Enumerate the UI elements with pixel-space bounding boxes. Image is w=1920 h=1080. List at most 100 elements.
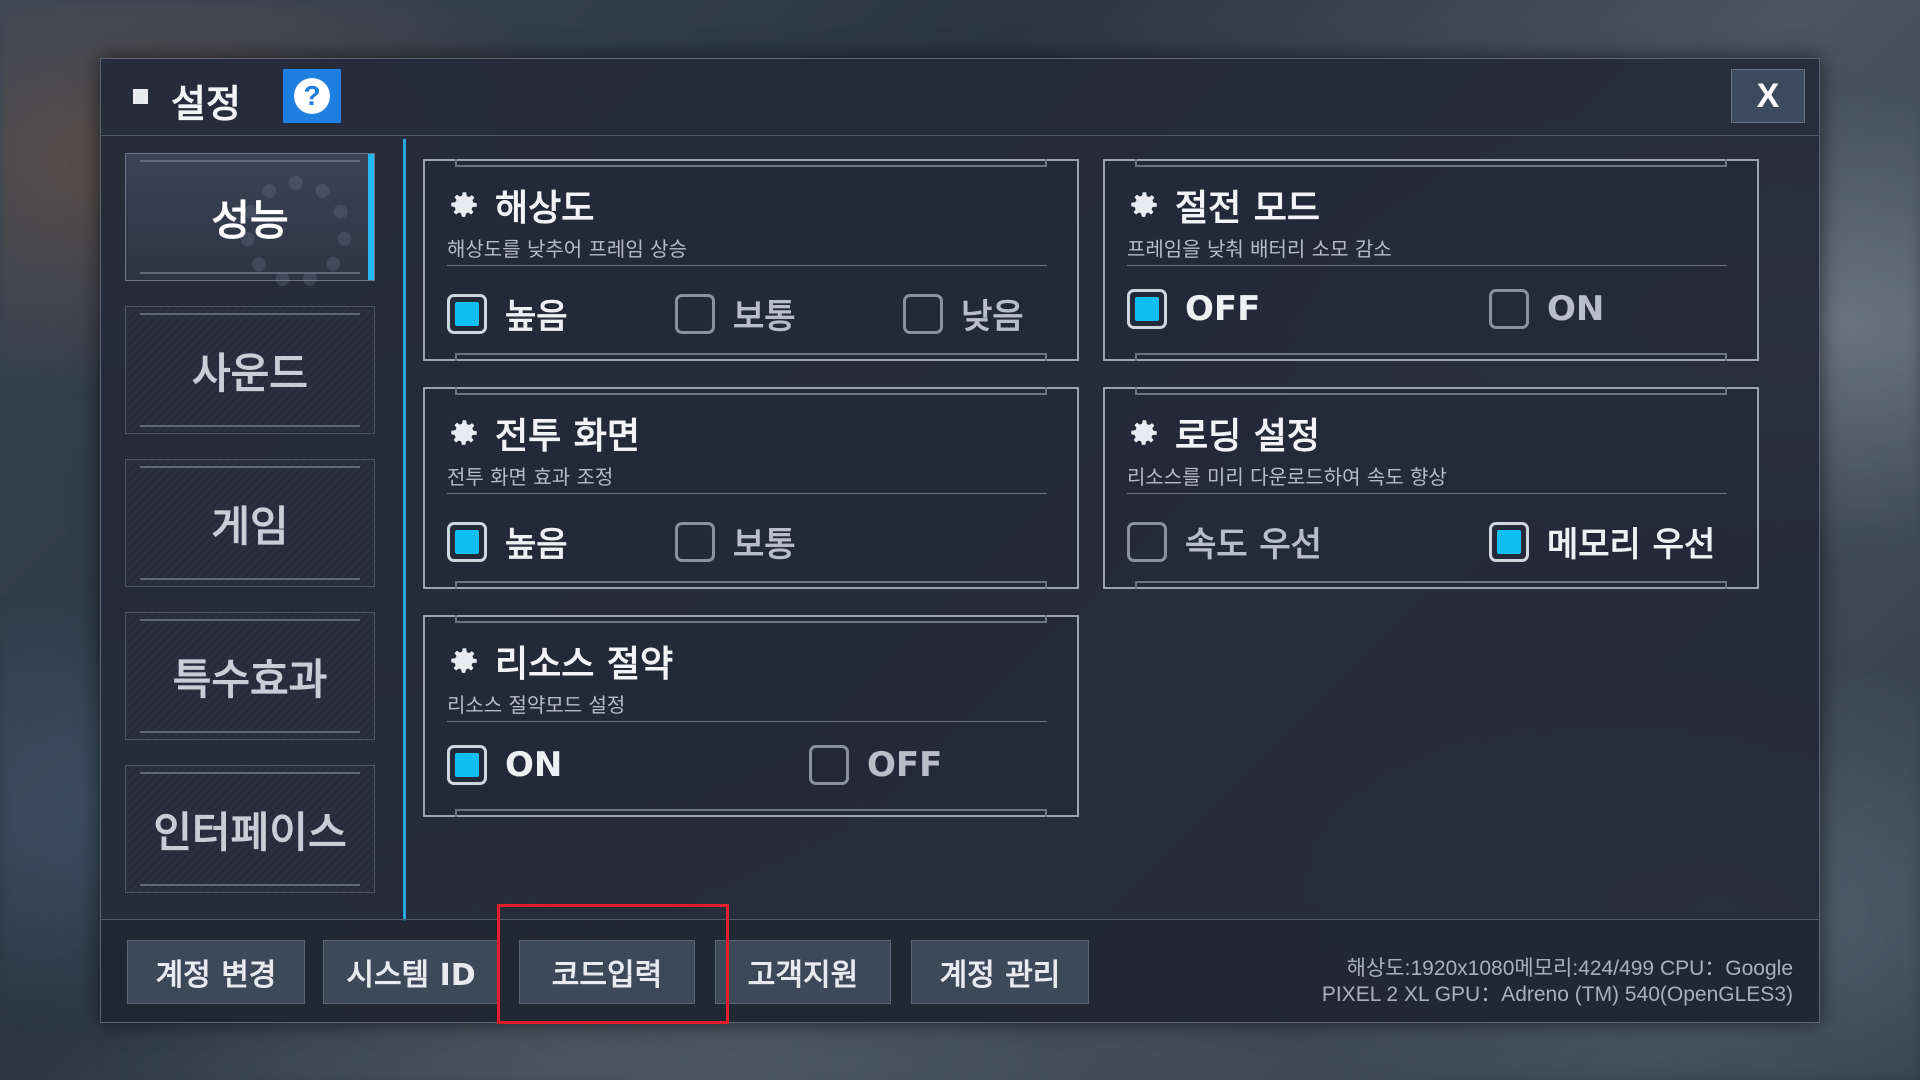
gear-icon bbox=[451, 420, 477, 445]
checkbox[interactable] bbox=[675, 293, 715, 334]
panel-notch bbox=[455, 387, 1047, 395]
panel-header: 로딩 설정 bbox=[1127, 407, 1320, 459]
sidebar-item-label: 성능 bbox=[211, 195, 289, 245]
customer-support-button[interactable]: 고객지원 bbox=[715, 940, 891, 1004]
option-label: 높음 bbox=[505, 297, 568, 337]
close-button[interactable]: X bbox=[1731, 69, 1805, 123]
panel-header: 리소스 절약 bbox=[447, 635, 673, 687]
sidebar-item-label: 게임 bbox=[211, 501, 289, 551]
sidebar-item-label: 특수효과 bbox=[172, 654, 328, 704]
panel-resolution: 해상도 해상도를 낮추어 프레임 상승 높음 보통 낮음 bbox=[423, 159, 1079, 361]
highlight-box bbox=[497, 904, 729, 1024]
sidebar-item-label: 사운드 bbox=[192, 348, 308, 398]
option-low[interactable]: 낮음 bbox=[903, 289, 1024, 338]
panel-description: 해상도를 낮추어 프레임 상승 bbox=[447, 237, 687, 261]
panel-notch bbox=[1135, 581, 1727, 589]
panel-description: 전투 화면 효과 조정 bbox=[447, 465, 614, 489]
panel-title: 절전 모드 bbox=[1175, 188, 1321, 229]
checkbox[interactable] bbox=[1127, 521, 1167, 562]
sidebar-item-game[interactable]: 게임 bbox=[125, 459, 375, 587]
panel-header: 전투 화면 bbox=[447, 407, 640, 459]
option-label: 높음 bbox=[505, 525, 568, 565]
sidebar: 성능 사운드 게임 특수효과 인터페이스 bbox=[125, 153, 377, 918]
sidebar-item-special-effects[interactable]: 특수효과 bbox=[125, 612, 375, 740]
option-label: 보통 bbox=[733, 525, 796, 565]
checkbox[interactable] bbox=[675, 521, 715, 562]
panel-notch bbox=[455, 615, 1047, 623]
panel-divider bbox=[447, 265, 1047, 266]
option-label: 낮음 bbox=[961, 297, 1024, 337]
sidebar-item-label: 인터페이스 bbox=[153, 807, 347, 857]
panel-divider bbox=[447, 721, 1047, 722]
panel-divider bbox=[1127, 493, 1727, 494]
checkbox[interactable] bbox=[903, 293, 943, 334]
title-square-icon bbox=[133, 89, 148, 104]
option-normal[interactable]: 보통 bbox=[675, 289, 796, 338]
checkbox[interactable] bbox=[1489, 289, 1529, 329]
panel-divider bbox=[1127, 265, 1727, 266]
panel-notch bbox=[455, 581, 1047, 589]
sidebar-item-sound[interactable]: 사운드 bbox=[125, 306, 375, 434]
option-high[interactable]: 높음 bbox=[447, 517, 568, 566]
option-on[interactable]: ON bbox=[1489, 289, 1604, 329]
system-id-button[interactable]: 시스템 ID bbox=[323, 940, 499, 1004]
option-label: 보통 bbox=[733, 297, 796, 337]
sidebar-item-interface[interactable]: 인터페이스 bbox=[125, 765, 375, 893]
panel-description: 리소스를 미리 다운로드하여 속도 향상 bbox=[1127, 465, 1447, 489]
panel-resource-saving: 리소스 절약 리소스 절약모드 설정 ON OFF bbox=[423, 615, 1079, 817]
panel-description: 프레임을 낮춰 배터리 소모 감소 bbox=[1127, 237, 1392, 261]
checkbox[interactable] bbox=[447, 521, 487, 562]
gear-icon bbox=[1131, 420, 1157, 445]
help-button[interactable]: ? bbox=[283, 69, 341, 123]
gear-icon bbox=[1131, 192, 1157, 217]
option-label: OFF bbox=[867, 745, 943, 785]
panel-loading: 로딩 설정 리소스를 미리 다운로드하여 속도 향상 속도 우선 메모리 우선 bbox=[1103, 387, 1759, 589]
option-memory-priority[interactable]: 메모리 우선 bbox=[1489, 517, 1715, 566]
system-info-line1: 해상도:1920x1080메모리:424/499 CPU：Google bbox=[1346, 957, 1793, 980]
panel-title: 리소스 절약 bbox=[495, 644, 674, 685]
panel-notch bbox=[455, 809, 1047, 817]
panel-header: 절전 모드 bbox=[1127, 179, 1320, 231]
settings-dialog: 설정 ? X 성능 사운드 게임 특수효과 인터페이스 해상도 해상도를 낮추어… bbox=[100, 58, 1820, 1023]
system-info: 해상도:1920x1080메모리:424/499 CPU：Google PIXE… bbox=[1322, 956, 1793, 1008]
panel-notch bbox=[1135, 387, 1727, 395]
option-off[interactable]: OFF bbox=[1127, 289, 1260, 329]
account-management-button[interactable]: 계정 관리 bbox=[911, 940, 1089, 1004]
panel-description: 리소스 절약모드 설정 bbox=[447, 693, 626, 717]
option-label: OFF bbox=[1185, 289, 1261, 329]
dialog-title: 설정 bbox=[171, 82, 241, 126]
gear-icon bbox=[451, 648, 477, 673]
panel-title: 해상도 bbox=[495, 188, 595, 229]
active-indicator bbox=[368, 154, 374, 280]
panel-power-saving: 절전 모드 프레임을 낮춰 배터리 소모 감소 OFF ON bbox=[1103, 159, 1759, 361]
panel-title: 로딩 설정 bbox=[1175, 416, 1321, 457]
option-high[interactable]: 높음 bbox=[447, 289, 568, 338]
option-speed-priority[interactable]: 속도 우선 bbox=[1127, 517, 1322, 566]
title-bar: 설정 ? X bbox=[101, 59, 1819, 136]
panel-divider bbox=[447, 493, 1047, 494]
checkbox[interactable] bbox=[1127, 289, 1167, 329]
sidebar-item-performance[interactable]: 성능 bbox=[125, 153, 375, 288]
panel-notch bbox=[455, 159, 1047, 167]
panel-title: 전투 화면 bbox=[495, 416, 641, 457]
panel-notch bbox=[1135, 159, 1727, 167]
checkbox[interactable] bbox=[447, 745, 487, 785]
option-off[interactable]: OFF bbox=[809, 745, 942, 785]
gear-icon bbox=[451, 192, 477, 217]
panel-battle-screen: 전투 화면 전투 화면 효과 조정 높음 보통 bbox=[423, 387, 1079, 589]
bottom-bar: 계정 변경 시스템 ID 코드입력 고객지원 계정 관리 해상도:1920x10… bbox=[101, 919, 1819, 1022]
panel-header: 해상도 bbox=[447, 179, 594, 231]
option-label: 메모리 우선 bbox=[1547, 525, 1716, 565]
checkbox[interactable] bbox=[447, 293, 487, 334]
panel-notch bbox=[455, 353, 1047, 361]
option-label: ON bbox=[505, 745, 563, 785]
question-icon: ? bbox=[294, 78, 330, 114]
system-info-line2: PIXEL 2 XL GPU：Adreno (TM) 540(OpenGLES3… bbox=[1321, 983, 1793, 1006]
option-label: 속도 우선 bbox=[1185, 525, 1322, 565]
checkbox[interactable] bbox=[1489, 521, 1529, 562]
checkbox[interactable] bbox=[809, 745, 849, 785]
option-label: ON bbox=[1547, 289, 1605, 329]
change-account-button[interactable]: 계정 변경 bbox=[127, 940, 305, 1004]
option-on[interactable]: ON bbox=[447, 745, 562, 785]
option-normal[interactable]: 보통 bbox=[675, 517, 796, 566]
